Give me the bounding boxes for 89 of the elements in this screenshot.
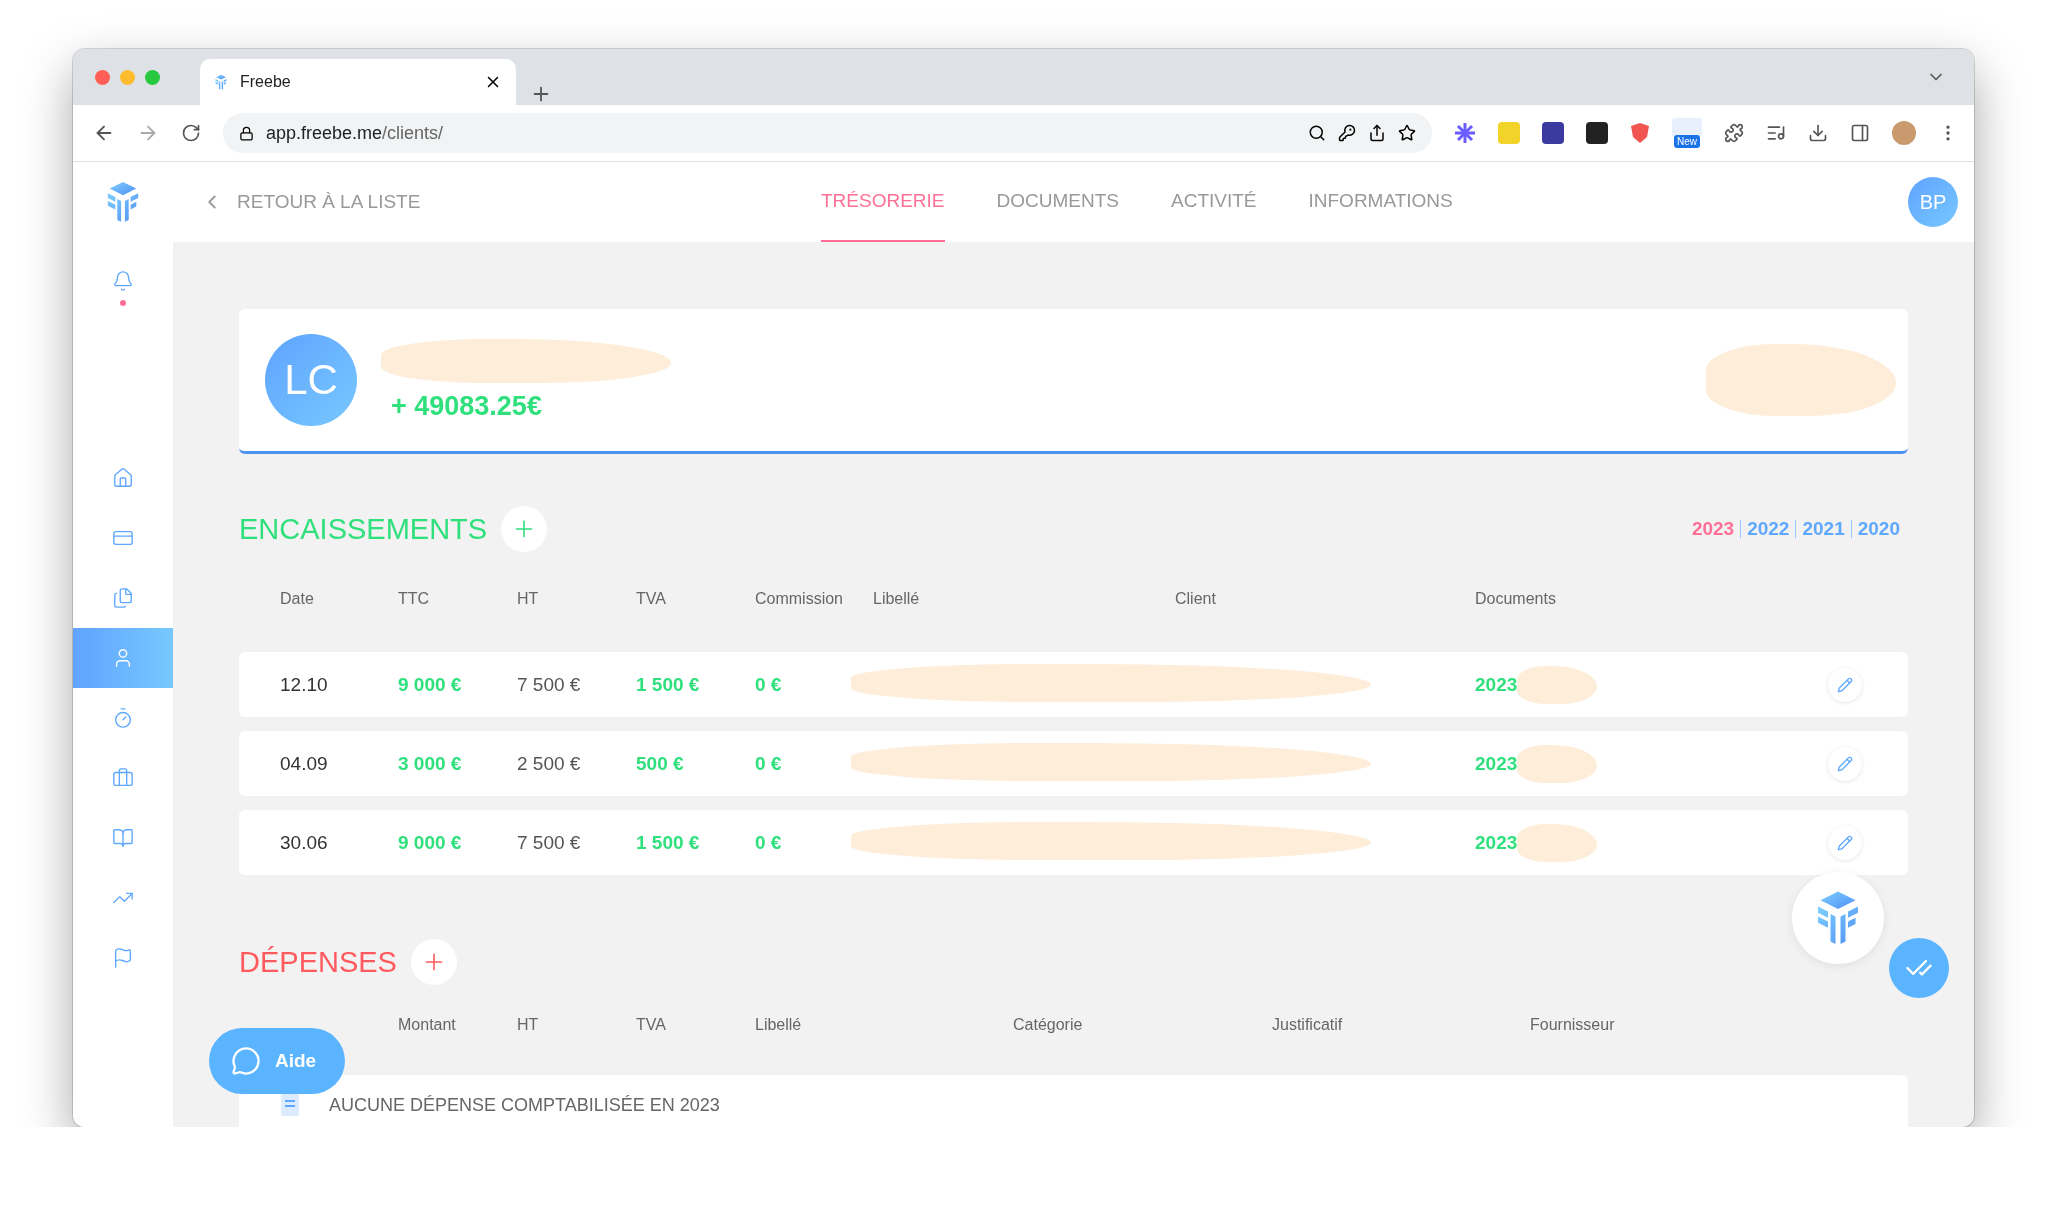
column-header: Documents bbox=[1475, 590, 1557, 608]
table-cell-text: 1 500 € bbox=[636, 673, 701, 696]
column-header: Client bbox=[1175, 590, 1217, 608]
column-header: Commission bbox=[755, 590, 844, 608]
column-header: Justificatif bbox=[1272, 1016, 1344, 1034]
table-cell-text: 2 500 € bbox=[517, 752, 582, 775]
extension-icon[interactable]: New bbox=[1672, 118, 1702, 148]
column-header: Libellé bbox=[873, 590, 921, 608]
client-balance: + 49083.25€ bbox=[391, 390, 543, 422]
pencil-icon bbox=[1837, 834, 1853, 851]
search-icon[interactable] bbox=[1308, 124, 1326, 142]
column-header: TVA bbox=[636, 590, 667, 608]
key-icon[interactable] bbox=[1338, 124, 1356, 142]
nav-tab[interactable]: TRÉSORERIE bbox=[821, 162, 945, 242]
year-link[interactable]: 2020 bbox=[1857, 518, 1900, 540]
add-button[interactable] bbox=[410, 939, 457, 985]
empty-message: AUCUNE DÉPENSE COMPTABILISÉE EN 2023 bbox=[329, 1094, 720, 1116]
nav-tab[interactable]: ACTIVITÉ bbox=[1171, 162, 1257, 242]
media-icon[interactable] bbox=[1766, 123, 1786, 143]
column-header: HT bbox=[517, 1016, 540, 1034]
column-header: Libellé bbox=[755, 1016, 803, 1034]
table-cell-text: 3 000 € bbox=[398, 752, 463, 775]
flag-icon bbox=[112, 947, 134, 969]
table-cell-text: 0 € bbox=[755, 831, 783, 854]
new-badge: New bbox=[1674, 135, 1700, 148]
table-cell-text: 0 € bbox=[755, 752, 783, 775]
briefcase-icon bbox=[112, 767, 134, 789]
minimize-window-button[interactable] bbox=[120, 69, 135, 85]
book-icon bbox=[112, 827, 134, 849]
bookmark-star-icon[interactable] bbox=[1398, 124, 1416, 142]
logo-icon bbox=[214, 73, 228, 91]
add-button[interactable] bbox=[501, 506, 548, 552]
table-cell-text: 12.10 bbox=[280, 673, 329, 696]
pencil-icon bbox=[1837, 676, 1853, 693]
year-link[interactable]: 2021 bbox=[1802, 518, 1845, 540]
documents-icon bbox=[112, 587, 134, 609]
column-header: TTC bbox=[398, 590, 431, 608]
document-icon bbox=[281, 1094, 299, 1116]
extensions-icon[interactable] bbox=[1724, 123, 1744, 143]
sidebar-item[interactable] bbox=[73, 628, 173, 688]
nav-tab[interactable]: DOCUMENTS bbox=[996, 162, 1119, 242]
table-cell-text: 7 500 € bbox=[517, 831, 582, 854]
chat-bubble-icon bbox=[231, 1046, 261, 1076]
year-link[interactable]: 2022 bbox=[1747, 518, 1790, 540]
browser-tab[interactable]: Freebe bbox=[200, 59, 516, 105]
section-title: ENCAISSEMENTS bbox=[239, 512, 488, 546]
table-cell-text: 500 € bbox=[636, 752, 685, 775]
user-avatar[interactable]: BP bbox=[1908, 177, 1958, 227]
year-link[interactable]: 2023 bbox=[1691, 518, 1735, 540]
home-icon bbox=[112, 467, 134, 489]
extension-icon[interactable] bbox=[1454, 122, 1476, 144]
close-window-button[interactable] bbox=[95, 69, 110, 85]
lock-icon bbox=[239, 125, 254, 141]
edit-button[interactable] bbox=[1828, 667, 1862, 702]
side-panel-icon[interactable] bbox=[1850, 123, 1870, 143]
edit-button[interactable] bbox=[1828, 825, 1862, 860]
table-cell-text: 30.06 bbox=[280, 831, 329, 854]
column-header: HT bbox=[517, 590, 540, 608]
client-avatar: LC bbox=[265, 334, 357, 426]
extension-icon[interactable] bbox=[1542, 122, 1564, 144]
column-header: TVA bbox=[636, 1016, 667, 1034]
reload-icon[interactable] bbox=[181, 123, 201, 143]
download-icon[interactable] bbox=[1808, 123, 1828, 143]
back-link[interactable]: RETOUR À LA LISTE bbox=[201, 162, 821, 242]
table-cell-text: 04.09 bbox=[280, 752, 329, 775]
help-button[interactable]: Aide bbox=[209, 1028, 345, 1094]
address-bar[interactable]: app.freebe.me/clients/ bbox=[223, 113, 1432, 153]
bell-icon bbox=[112, 270, 134, 292]
notification-dot bbox=[120, 300, 126, 306]
edit-button[interactable] bbox=[1828, 746, 1862, 781]
column-header: Fournisseur bbox=[1530, 1016, 1616, 1034]
zoom-window-button[interactable] bbox=[145, 69, 160, 85]
table-cell-text: 7 500 € bbox=[517, 673, 582, 696]
checklist-button[interactable] bbox=[1889, 938, 1949, 998]
table-cell-text: 1 500 € bbox=[636, 831, 701, 854]
table-cell-text: 9 000 € bbox=[398, 673, 463, 696]
shield-icon[interactable] bbox=[1630, 122, 1650, 144]
column-header: Date bbox=[280, 590, 315, 608]
extension-icon[interactable] bbox=[1586, 122, 1608, 144]
share-icon[interactable] bbox=[1368, 124, 1386, 142]
table-cell-text: 9 000 € bbox=[398, 831, 463, 854]
pencil-icon bbox=[1837, 755, 1853, 772]
section-title: DÉPENSES bbox=[239, 945, 397, 979]
stopwatch-icon bbox=[112, 707, 134, 729]
column-header: Catégorie bbox=[1013, 1016, 1084, 1034]
nav-tab[interactable]: INFORMATIONS bbox=[1308, 162, 1453, 242]
column-header: Montant bbox=[398, 1016, 457, 1034]
table-cell-text: 0 € bbox=[755, 673, 783, 696]
profile-avatar[interactable] bbox=[1892, 121, 1916, 145]
